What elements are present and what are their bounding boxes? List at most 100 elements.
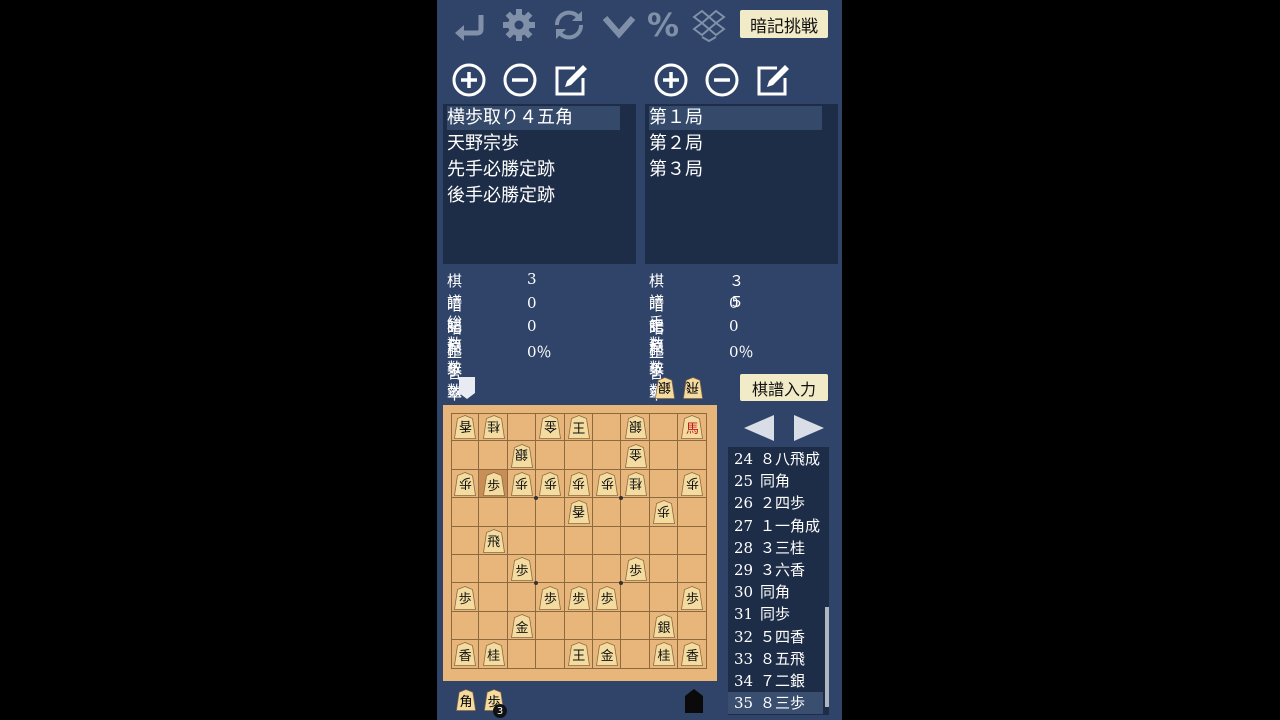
- shogi-piece[interactable]: 歩: [511, 557, 533, 582]
- shogi-piece[interactable]: 桂: [482, 642, 505, 667]
- board-cell[interactable]: [479, 611, 508, 641]
- board-cell[interactable]: [479, 498, 508, 527]
- shogi-piece[interactable]: 歩: [596, 472, 619, 496]
- board-cell[interactable]: [649, 555, 679, 584]
- move-row[interactable]: 30 同角: [734, 581, 829, 603]
- shogi-piece[interactable]: 歩: [681, 585, 704, 610]
- board-cell[interactable]: [451, 611, 480, 641]
- list-item[interactable]: 第３局: [649, 158, 703, 182]
- move-row[interactable]: 24 ８八飛成: [734, 448, 829, 470]
- board-cell[interactable]: [593, 555, 622, 584]
- move-row[interactable]: 26 ２四歩: [734, 492, 829, 514]
- checkmark-icon[interactable]: [599, 6, 639, 44]
- board-cell[interactable]: [564, 441, 593, 470]
- shogi-piece[interactable]: 歩: [653, 500, 675, 525]
- board-cell[interactable]: [621, 640, 650, 669]
- undo-icon[interactable]: [449, 6, 489, 44]
- edit-category-button[interactable]: [551, 60, 591, 100]
- shogi-piece[interactable]: 桂: [624, 472, 647, 496]
- shogi-piece[interactable]: 歩: [482, 472, 505, 496]
- board-cell[interactable]: [564, 526, 593, 555]
- list-item[interactable]: 天野宗歩: [447, 132, 519, 156]
- move-row[interactable]: 28 ３三桂: [734, 537, 829, 559]
- hand-piece[interactable]: 銀: [655, 376, 675, 400]
- board-cell[interactable]: [536, 611, 565, 641]
- kifu-input-button[interactable]: 棋譜入力: [740, 374, 828, 401]
- board-cell[interactable]: [536, 498, 565, 527]
- shogi-piece[interactable]: 金: [539, 415, 562, 440]
- next-move-button[interactable]: [792, 413, 826, 443]
- board-cell[interactable]: [507, 498, 537, 527]
- board-cell[interactable]: [649, 583, 679, 612]
- shogi-piece[interactable]: 歩: [539, 472, 562, 496]
- shogi-piece[interactable]: 桂: [482, 415, 505, 440]
- board-cell[interactable]: [593, 498, 622, 527]
- hand-piece[interactable]: 飛: [683, 376, 703, 400]
- shogi-piece[interactable]: 歩: [454, 472, 477, 496]
- board-cell[interactable]: [678, 441, 707, 470]
- board-cell[interactable]: [507, 526, 537, 555]
- list-item[interactable]: 第２局: [649, 132, 703, 156]
- list-item[interactable]: 第１局: [649, 106, 822, 130]
- shogi-piece[interactable]: 歩: [624, 557, 647, 582]
- prev-move-button[interactable]: [742, 413, 776, 443]
- board-cell[interactable]: [621, 498, 650, 527]
- board-cell[interactable]: [678, 526, 707, 555]
- move-row[interactable]: 34 ７二銀: [734, 670, 829, 692]
- shogi-piece[interactable]: 香: [454, 642, 477, 667]
- board-cell[interactable]: [593, 441, 622, 470]
- board-cell[interactable]: [479, 441, 508, 470]
- board-cell[interactable]: [451, 526, 480, 555]
- board-cell[interactable]: [536, 555, 565, 584]
- board-cell[interactable]: [507, 413, 537, 442]
- move-list[interactable]: 24 ８八飛成 25 同角 26 ２四歩 27 １一角成 28 ３三桂 29 ３六香 30 同角 31 同歩 3…: [728, 447, 829, 715]
- add-category-button[interactable]: [449, 60, 489, 100]
- board-cell[interactable]: [536, 526, 565, 555]
- board-cell[interactable]: [649, 441, 679, 470]
- board-cell[interactable]: [649, 526, 679, 555]
- move-row[interactable]: 31 同歩: [734, 603, 829, 625]
- refresh-icon[interactable]: [549, 6, 589, 44]
- shogi-piece[interactable]: 銀: [624, 415, 647, 440]
- shogi-piece[interactable]: 飛: [482, 528, 505, 553]
- move-row[interactable]: 35 ８三歩: [728, 692, 823, 715]
- board-cell[interactable]: [649, 413, 679, 442]
- board-cell[interactable]: [564, 611, 593, 641]
- add-game-button[interactable]: [651, 60, 691, 100]
- shogi-piece[interactable]: 歩: [567, 585, 590, 610]
- board-cell[interactable]: [536, 441, 565, 470]
- remove-category-button[interactable]: [500, 60, 540, 100]
- dropbox-icon[interactable]: [689, 6, 729, 44]
- game-list[interactable]: 第１局 第２局 第３局: [645, 104, 838, 264]
- shogi-piece[interactable]: 歩: [511, 472, 533, 496]
- shogi-piece[interactable]: 歩: [454, 585, 477, 610]
- board-cell[interactable]: [678, 611, 707, 641]
- board-cell[interactable]: [593, 611, 622, 641]
- shogi-piece[interactable]: 歩: [567, 472, 590, 496]
- board-cell[interactable]: [678, 498, 707, 527]
- shogi-piece[interactable]: 金: [624, 443, 647, 468]
- remove-game-button[interactable]: [702, 60, 742, 100]
- move-row[interactable]: 32 ５四香: [734, 626, 829, 648]
- shogi-piece[interactable]: 馬: [681, 415, 704, 440]
- shogi-piece[interactable]: 香: [454, 415, 477, 440]
- board-cell[interactable]: [621, 526, 650, 555]
- shogi-piece[interactable]: 金: [596, 642, 619, 667]
- list-item[interactable]: 横歩取り４五角: [447, 106, 620, 130]
- move-row[interactable]: 33 ８五飛: [734, 648, 829, 670]
- shogi-piece[interactable]: 王: [567, 642, 590, 667]
- board-cell[interactable]: [451, 555, 480, 584]
- shogi-piece[interactable]: 香: [681, 642, 704, 667]
- board-cell[interactable]: [593, 526, 622, 555]
- category-list[interactable]: 横歩取り４五角 天野宗歩 先手必勝定跡 後手必勝定跡: [443, 104, 636, 264]
- move-row[interactable]: 27 １一角成: [734, 515, 829, 537]
- shogi-piece[interactable]: 香: [567, 500, 590, 525]
- memorize-challenge-button[interactable]: 暗記挑戦: [740, 10, 828, 38]
- board-cell[interactable]: [678, 555, 707, 584]
- board-cell[interactable]: [536, 640, 565, 669]
- list-item[interactable]: 先手必勝定跡: [447, 158, 555, 182]
- hand-piece[interactable]: 角: [456, 688, 476, 712]
- shogi-piece[interactable]: 歩: [596, 585, 619, 610]
- edit-game-button[interactable]: [753, 60, 793, 100]
- move-row[interactable]: 25 同角: [734, 470, 829, 492]
